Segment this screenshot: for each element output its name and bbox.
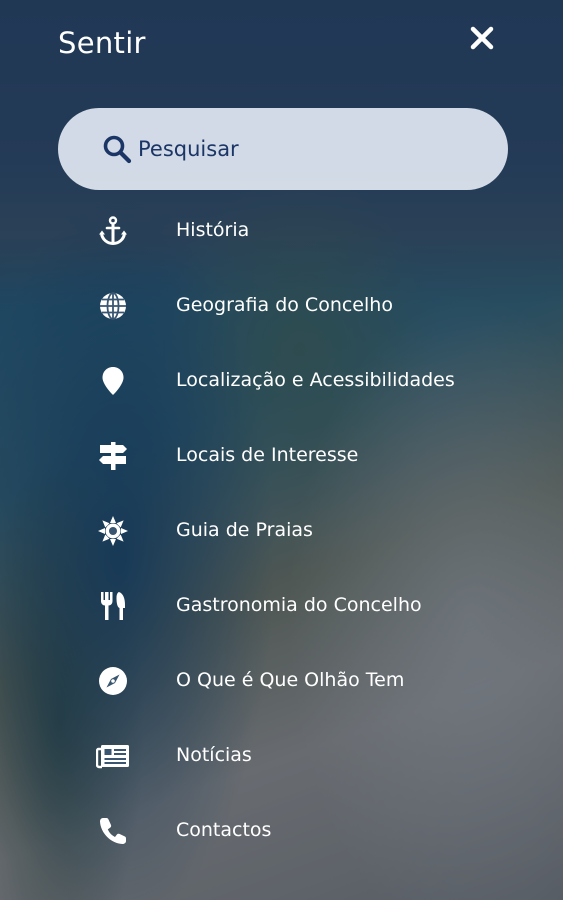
menu-item-locais[interactable]: Locais de Interesse [0, 418, 563, 493]
menu-item-label: Geografia do Concelho [176, 294, 393, 316]
menu-item-localizacao[interactable]: Localização e Acessibilidades [0, 343, 563, 418]
menu-item-label: O Que é Que Olhão Tem [176, 669, 405, 691]
map-pin-icon [96, 364, 130, 398]
menu-item-label: Guia de Praias [176, 519, 313, 541]
fork-knife-icon [96, 589, 130, 623]
compass-icon [96, 664, 130, 698]
menu-item-noticias[interactable]: Notícias [0, 718, 563, 793]
anchor-icon [96, 214, 130, 248]
menu-item-label: Locais de Interesse [176, 444, 359, 466]
close-button[interactable] [466, 22, 498, 54]
sun-icon [96, 514, 130, 548]
phone-icon [96, 814, 130, 848]
menu-item-label: Localização e Acessibilidades [176, 369, 455, 391]
menu-item-label: Gastronomia do Concelho [176, 594, 422, 616]
app-screen: Sentir Pesquisar História Geografia do C… [0, 0, 563, 900]
menu-item-geografia[interactable]: Geografia do Concelho [0, 268, 563, 343]
menu-item-gastronomia[interactable]: Gastronomia do Concelho [0, 568, 563, 643]
menu-item-praias[interactable]: Guia de Praias [0, 493, 563, 568]
close-icon [470, 26, 494, 50]
signpost-icon [96, 439, 130, 473]
menu-item-label: Contactos [176, 819, 272, 841]
page-title: Sentir [58, 26, 146, 60]
main-menu: História Geografia do Concelho Localizaç… [0, 193, 563, 868]
search-placeholder: Pesquisar [138, 137, 239, 161]
menu-item-label: História [176, 219, 250, 241]
search-icon [103, 135, 132, 164]
menu-item-olhao[interactable]: O Que é Que Olhão Tem [0, 643, 563, 718]
search-field[interactable]: Pesquisar [58, 108, 508, 190]
menu-item-historia[interactable]: História [0, 193, 563, 268]
menu-item-label: Notícias [176, 744, 252, 766]
menu-overlay: Sentir Pesquisar História Geografia do C… [0, 0, 563, 900]
newspaper-icon [96, 739, 130, 773]
menu-item-contactos[interactable]: Contactos [0, 793, 563, 868]
globe-icon [96, 289, 130, 323]
